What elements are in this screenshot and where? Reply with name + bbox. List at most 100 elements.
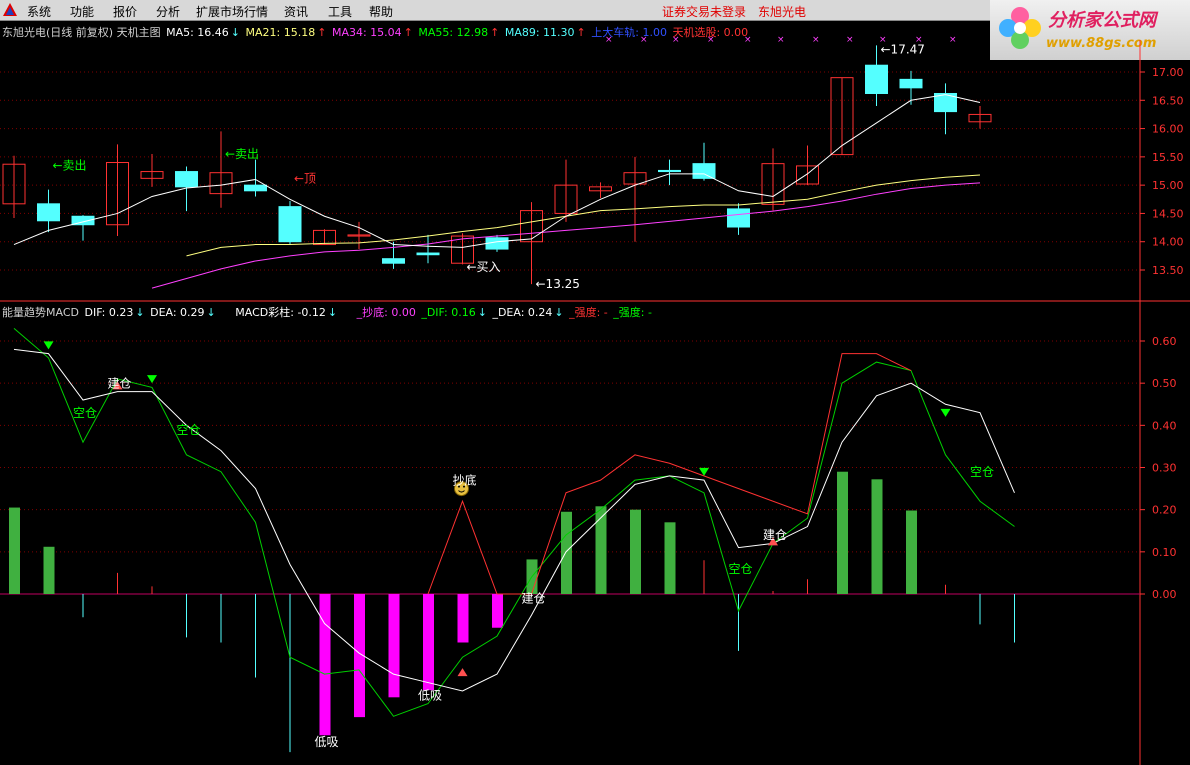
macd-bar-positive bbox=[837, 471, 848, 594]
macd-bar-negative-strong bbox=[388, 594, 400, 698]
ma21-value: MA21: 15.18 bbox=[245, 26, 316, 39]
macd-bar-positive bbox=[526, 559, 538, 594]
ma5-value: MA5: 16.46 bbox=[166, 26, 229, 39]
signal-label: 建仓 bbox=[763, 528, 787, 542]
dea-trend-icon: ↓ bbox=[206, 306, 216, 319]
menu-tools[interactable]: 工具 bbox=[328, 3, 352, 20]
signal-marker-icon: × bbox=[949, 35, 957, 45]
menu-quote[interactable]: 报价 bbox=[113, 3, 137, 20]
candle-body-up bbox=[520, 210, 543, 243]
ma21-line bbox=[186, 174, 981, 257]
price-tick-label: 15.00 bbox=[1152, 179, 1184, 192]
current-stock-name: 东旭光电 bbox=[758, 5, 807, 19]
macd-bar-positive bbox=[664, 522, 676, 594]
macd-bar-positive bbox=[43, 546, 55, 594]
candle-body-down bbox=[727, 208, 750, 228]
menu-analysis[interactable]: 分析 bbox=[156, 3, 180, 20]
candle-body-down bbox=[934, 92, 957, 113]
candle-body-up bbox=[106, 162, 129, 226]
main-chart-title: 东旭光电(日线 前复权) 天机主图 bbox=[2, 26, 161, 39]
signal-label: 空仓 bbox=[73, 406, 97, 420]
macd-bar-positive bbox=[871, 479, 883, 594]
macd-bar-value: MACD彩柱: -0.12 bbox=[235, 306, 326, 319]
ma5-trend-icon: ↓ bbox=[230, 26, 241, 39]
macd-bar-positive bbox=[630, 509, 641, 594]
signal-label: 建仓 bbox=[108, 376, 132, 390]
price-tick-label: 16.50 bbox=[1152, 94, 1184, 107]
candle-body-up bbox=[761, 163, 785, 205]
macd-title: 能量趋势MACD bbox=[2, 306, 79, 319]
price-tick-label: 14.50 bbox=[1152, 207, 1184, 220]
candle-body-up bbox=[796, 165, 819, 185]
macd-bar-negative-strong bbox=[423, 594, 434, 691]
menu-system[interactable]: 系统 bbox=[27, 3, 51, 20]
price-tick-label: 16.00 bbox=[1152, 123, 1184, 136]
candle-body-up bbox=[968, 113, 992, 123]
flower-logo-icon bbox=[999, 7, 1041, 49]
signal-label: 空仓 bbox=[729, 562, 753, 576]
sell-arrow-icon bbox=[147, 375, 157, 384]
rail-value: 上大车轨: 1.00 bbox=[591, 26, 667, 39]
macd-bar-negative-strong bbox=[354, 594, 365, 718]
ma21-trend-icon: ↑ bbox=[317, 26, 327, 39]
dea2-value: _DEA: 0.24 bbox=[492, 306, 553, 319]
candle-body-up bbox=[347, 234, 371, 237]
price-tick-label: 13.50 bbox=[1152, 264, 1184, 277]
strength-red-value: _强度: - bbox=[569, 306, 608, 319]
ma89-trend-icon: ↑ bbox=[576, 26, 586, 39]
sell-arrow-icon bbox=[43, 341, 54, 350]
main-chart-legend: 东旭光电(日线 前复权) 天机主图 MA5: 16.46 ↓ MA21: 15.1… bbox=[2, 24, 750, 40]
ma34-value: MA34: 15.04 bbox=[331, 26, 402, 39]
candle-body-down bbox=[175, 171, 198, 188]
price-chart: 17.00 16.50 16.00 15.50 15.00 14.50 14.00 13.50… bbox=[0, 35, 1184, 291]
signal-label: 空仓 bbox=[970, 465, 994, 479]
menu-extended-market[interactable]: 扩展市场行情 bbox=[196, 3, 268, 20]
smiley-eye-icon bbox=[458, 485, 460, 488]
trade-login-warning[interactable]: 证券交易未登录 bbox=[662, 3, 746, 20]
candle-body-up bbox=[140, 171, 164, 179]
signal-marker-icon: × bbox=[879, 35, 887, 45]
buy-arrow-icon bbox=[112, 381, 123, 390]
signal-marker-icon: × bbox=[777, 35, 785, 45]
brand-url[interactable]: www.88gs.com bbox=[1046, 36, 1156, 51]
price-annotation: ←顶 bbox=[294, 171, 316, 185]
macd-bar-negative-strong bbox=[492, 594, 503, 628]
macd-tick-label: 0.10 bbox=[1152, 546, 1177, 559]
candle-body-down bbox=[278, 206, 302, 243]
brand-banner: 分析家公式网 www.88gs.com bbox=[990, 0, 1190, 60]
price-tick-label: 17.00 bbox=[1152, 66, 1184, 79]
ma55-value: MA55: 12.98 bbox=[418, 26, 489, 39]
buy-arrow-icon bbox=[768, 537, 778, 546]
candle-body-down bbox=[485, 237, 509, 250]
macd-bar-negative-strong bbox=[457, 594, 469, 643]
macd-bar-positive bbox=[595, 506, 607, 594]
menu-info[interactable]: 资讯 bbox=[284, 3, 308, 20]
menu-function[interactable]: 功能 bbox=[70, 3, 94, 20]
buy-arrow-icon bbox=[457, 668, 468, 677]
candle-body-down bbox=[899, 78, 923, 89]
macd-tick-label: 0.20 bbox=[1152, 504, 1177, 517]
candle-body-up bbox=[209, 172, 233, 195]
signal-marker-icon: × bbox=[812, 35, 820, 45]
menu-help[interactable]: 帮助 bbox=[369, 3, 393, 20]
signal-label: 低吸 bbox=[418, 688, 442, 702]
app-logo-icon bbox=[3, 3, 17, 16]
macd-legend: 能量趋势MACD DIF: 0.23 ↓ DEA: 0.29 ↓ MACD彩柱: -… bbox=[2, 304, 654, 320]
candle-body-down bbox=[865, 64, 888, 94]
chart-area: 17.00 16.50 16.00 15.50 15.00 14.50 14.00 13.50… bbox=[0, 35, 1190, 765]
chaodi-value: _抄底: 0.00 bbox=[356, 306, 416, 319]
candle-body-up bbox=[2, 163, 26, 205]
macd-bar-positive bbox=[9, 507, 20, 594]
ma34-line bbox=[151, 182, 981, 289]
candle-body-up bbox=[623, 172, 647, 185]
strength-green-value: _强度: - bbox=[613, 306, 652, 319]
candle-body-down bbox=[382, 258, 405, 264]
signal-marker-icon: × bbox=[846, 35, 854, 45]
stock-pick-value: 天机选股: 0.00 bbox=[672, 26, 749, 39]
candle-body-up bbox=[451, 235, 474, 264]
candle-body-down bbox=[71, 215, 95, 226]
smiley-mouth-icon bbox=[458, 490, 465, 493]
menu-bar: 系统 功能 报价 分析 扩展市场行情 资讯 工具 帮助 证券交易未登录 东旭光电 bbox=[0, 0, 990, 21]
strength-red-line bbox=[427, 353, 912, 595]
candle-body-up bbox=[830, 77, 854, 156]
